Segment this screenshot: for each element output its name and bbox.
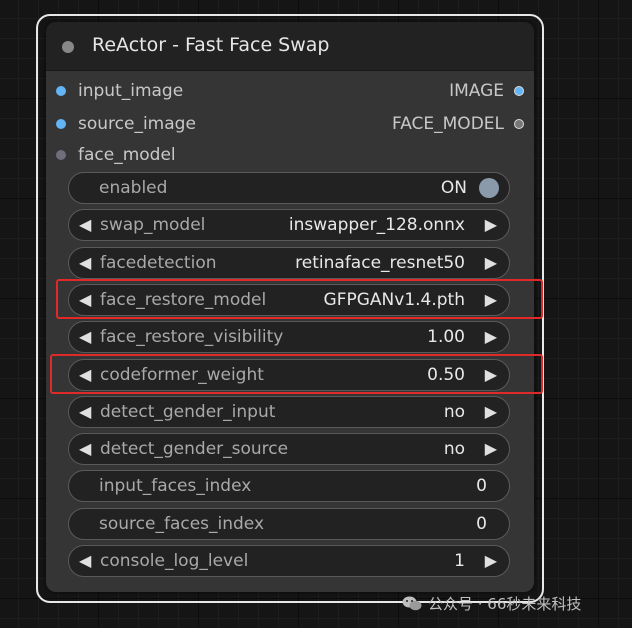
widget-value: ON — [440, 178, 467, 198]
arrow-right-icon[interactable]: ▶ — [485, 402, 497, 422]
node-title-bar[interactable]: ReActor - Fast Face Swap — [46, 22, 534, 71]
toggle-knob-icon[interactable] — [479, 178, 499, 198]
input-slot-label: face_model — [78, 145, 176, 165]
widget-label: source_faces_index — [99, 514, 265, 534]
highlight-box-codeformer-weight — [50, 354, 543, 394]
widget-value: 1 — [454, 551, 465, 571]
widget-console-log-level[interactable]: ◀ console_log_level 1 ▶ — [68, 545, 510, 577]
image-input-dot-icon[interactable] — [56, 86, 66, 96]
widget-label: facedetection — [100, 253, 217, 273]
widget-value: inswapper_128.onnx — [288, 215, 465, 235]
widget-face-restore-visibility[interactable]: ◀ face_restore_visibility 1.00 ▶ — [68, 321, 510, 353]
widget-label: swap_model — [100, 215, 206, 235]
widget-value: 1.00 — [427, 327, 465, 347]
node-title: ReActor - Fast Face Swap — [92, 34, 330, 56]
widget-label: input_faces_index — [99, 476, 252, 496]
arrow-left-icon[interactable]: ◀ — [79, 253, 91, 273]
output-slot-label: FACE_MODEL — [391, 114, 504, 134]
widget-value: no — [443, 402, 465, 422]
face-model-output-dot-icon[interactable] — [514, 119, 524, 129]
image-input-dot-icon[interactable] — [56, 119, 66, 129]
image-output-dot-icon[interactable] — [514, 86, 524, 96]
watermark: 公众号 · 66秒未来科技 — [402, 593, 581, 614]
output-slot-label: IMAGE — [449, 81, 504, 101]
face-model-input-dot-icon[interactable] — [56, 150, 66, 160]
arrow-right-icon[interactable]: ▶ — [485, 439, 497, 459]
arrow-left-icon[interactable]: ◀ — [79, 402, 91, 422]
widget-value: retinaface_resnet50 — [295, 253, 465, 273]
arrow-right-icon[interactable]: ▶ — [485, 327, 497, 347]
widget-source-faces-index[interactable]: source_faces_index 0 — [68, 508, 510, 540]
highlight-box-face-restore-model — [56, 279, 543, 319]
wechat-icon — [402, 596, 422, 611]
watermark-text: 公众号 · 66秒未来科技 — [428, 595, 582, 613]
arrow-left-icon[interactable]: ◀ — [79, 327, 91, 347]
widget-label: console_log_level — [100, 551, 249, 571]
arrow-right-icon[interactable]: ▶ — [485, 253, 497, 273]
widget-label: enabled — [99, 178, 168, 198]
widget-label: detect_gender_source — [100, 439, 289, 459]
input-slot-label: source_image — [78, 114, 196, 134]
arrow-right-icon[interactable]: ▶ — [485, 551, 497, 571]
widget-label: face_restore_visibility — [100, 327, 284, 347]
input-slot-label: input_image — [78, 81, 184, 101]
widget-value: 0 — [476, 514, 487, 534]
widget-value: no — [443, 439, 465, 459]
widget-enabled-toggle[interactable]: enabled ON — [68, 172, 510, 204]
arrow-left-icon[interactable]: ◀ — [79, 215, 91, 235]
widget-detect-gender-source[interactable]: ◀ detect_gender_source no ▶ — [68, 433, 510, 465]
widget-value: 0 — [476, 476, 487, 496]
arrow-left-icon[interactable]: ◀ — [79, 439, 91, 459]
widget-label: detect_gender_input — [100, 402, 276, 422]
widget-facedetection[interactable]: ◀ facedetection retinaface_resnet50 ▶ — [68, 247, 510, 279]
widget-detect-gender-input[interactable]: ◀ detect_gender_input no ▶ — [68, 396, 510, 428]
arrow-right-icon[interactable]: ▶ — [485, 215, 497, 235]
widget-input-faces-index[interactable]: input_faces_index 0 — [68, 470, 510, 502]
widget-swap-model[interactable]: ◀ swap_model inswapper_128.onnx ▶ — [68, 209, 510, 241]
arrow-left-icon[interactable]: ◀ — [79, 551, 91, 571]
collapse-dot-icon[interactable] — [62, 41, 74, 53]
